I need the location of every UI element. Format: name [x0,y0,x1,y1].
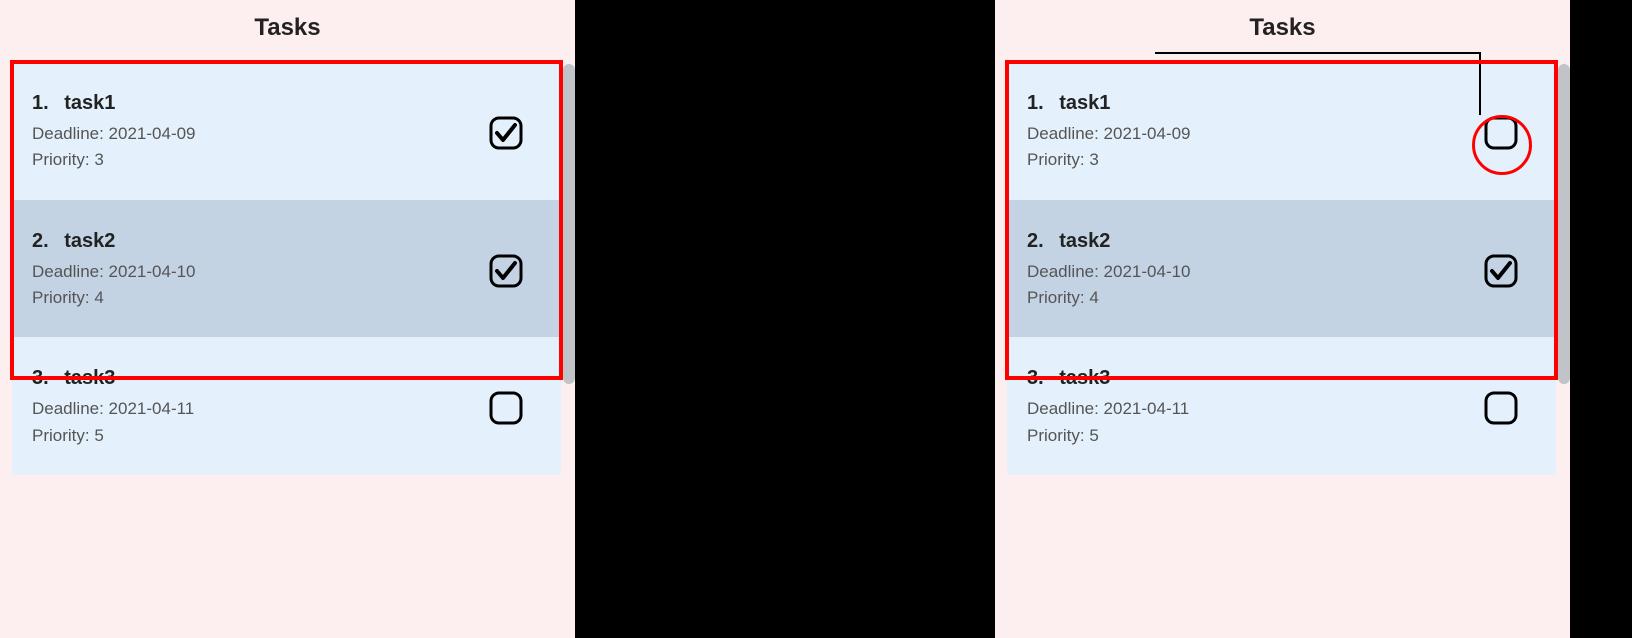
task-row[interactable]: 2. task2 Deadline: 2021-04-10 Priority: … [12,200,561,338]
task-deadline: Deadline: 2021-04-10 [1027,259,1484,285]
task-title: task2 [64,230,115,253]
task-title: task2 [1059,230,1110,253]
task-index: 2. [1027,230,1044,253]
checkbox-checked-icon[interactable] [489,116,523,150]
left-panel: Tasks 1. task1 Deadline: 2021-04-09 Prio… [0,0,575,638]
task-index: 3. [1027,367,1044,390]
task-index: 1. [32,92,49,115]
panel-title: Tasks [995,0,1570,54]
task-title: task3 [64,367,115,390]
task-list-wrap: 1. task1 Deadline: 2021-04-09 Priority: … [995,54,1570,483]
task-content: 2. task2 Deadline: 2021-04-10 Priority: … [32,230,489,312]
task-row[interactable]: 2. task2 Deadline: 2021-04-10 Priority: … [1007,200,1556,338]
panel-title: Tasks [0,0,575,54]
task-priority: Priority: 5 [1027,423,1484,449]
task-title: task1 [1059,92,1110,115]
task-row[interactable]: 1. task1 Deadline: 2021-04-09 Priority: … [12,62,561,200]
task-priority: Priority: 5 [32,423,489,449]
checkbox-checked-icon[interactable] [489,254,523,288]
task-index: 3. [32,367,49,390]
task-content: 3. task3 Deadline: 2021-04-11 Priority: … [32,367,489,449]
checkbox-unchecked-icon[interactable] [1484,391,1518,425]
task-title: task1 [64,92,115,115]
task-row[interactable]: 3. task3 Deadline: 2021-04-11 Priority: … [1007,337,1556,475]
checkbox-checked-icon[interactable] [1484,254,1518,288]
right-panel: Tasks 1. task1 Deadline: 2021-04-09 Prio… [995,0,1570,638]
task-content: 1. task1 Deadline: 2021-04-09 Priority: … [1027,92,1484,174]
task-deadline: Deadline: 2021-04-10 [32,259,489,285]
checkbox-unchecked-icon[interactable] [1484,116,1518,150]
checkbox-unchecked-icon[interactable] [489,391,523,425]
task-list[interactable]: 1. task1 Deadline: 2021-04-09 Priority: … [1007,62,1556,475]
task-deadline: Deadline: 2021-04-09 [32,121,489,147]
scrollbar[interactable] [563,64,575,384]
task-deadline: Deadline: 2021-04-09 [1027,121,1484,147]
task-deadline: Deadline: 2021-04-11 [32,396,489,422]
task-index: 1. [1027,92,1044,115]
task-index: 2. [32,230,49,253]
task-row[interactable]: 3. task3 Deadline: 2021-04-11 Priority: … [12,337,561,475]
task-title: task3 [1059,367,1110,390]
task-content: 2. task2 Deadline: 2021-04-10 Priority: … [1027,230,1484,312]
task-priority: Priority: 3 [1027,147,1484,173]
task-priority: Priority: 4 [32,285,489,311]
task-priority: Priority: 4 [1027,285,1484,311]
scrollbar[interactable] [1558,64,1570,384]
task-deadline: Deadline: 2021-04-11 [1027,396,1484,422]
task-row[interactable]: 1. task1 Deadline: 2021-04-09 Priority: … [1007,62,1556,200]
task-list[interactable]: 1. task1 Deadline: 2021-04-09 Priority: … [12,62,561,475]
task-content: 3. task3 Deadline: 2021-04-11 Priority: … [1027,367,1484,449]
task-list-wrap: 1. task1 Deadline: 2021-04-09 Priority: … [0,54,575,483]
task-priority: Priority: 3 [32,147,489,173]
task-content: 1. task1 Deadline: 2021-04-09 Priority: … [32,92,489,174]
